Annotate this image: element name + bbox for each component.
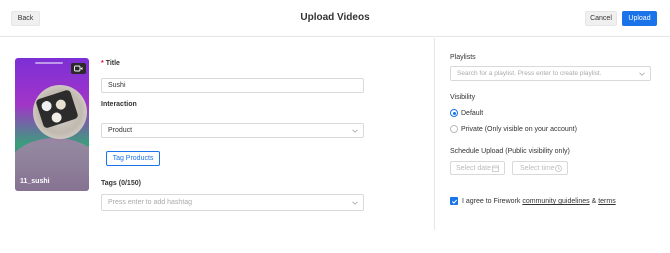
playlists-search-input[interactable]: Search for a playlist. Press enter to cr… xyxy=(450,66,651,81)
select-date-placeholder: Select date xyxy=(456,164,492,172)
visibility-label: Visibility xyxy=(450,94,476,101)
interaction-select[interactable]: Product xyxy=(101,123,364,138)
terms-link[interactable]: terms xyxy=(598,198,616,205)
calendar-icon xyxy=(492,165,499,172)
tags-input[interactable]: Press enter to add hashtag xyxy=(101,194,364,211)
upload-button[interactable]: Upload xyxy=(622,11,657,26)
playlists-placeholder: Search for a playlist. Press enter to cr… xyxy=(457,70,602,77)
required-mark: * xyxy=(101,60,104,67)
agree-text: I agree to Firework community guidelines… xyxy=(462,198,616,205)
visibility-private-radio[interactable] xyxy=(450,125,458,133)
agree-and: & xyxy=(591,198,597,205)
title-input[interactable]: Sushi xyxy=(101,78,364,93)
page-title: Upload Videos xyxy=(300,12,370,23)
chevron-down-icon xyxy=(352,129,358,133)
video-camera-icon xyxy=(71,63,86,74)
title-label: * Title xyxy=(101,60,120,67)
video-thumbnail[interactable] xyxy=(15,58,89,191)
select-date-input[interactable]: Select date xyxy=(450,161,505,175)
interaction-value: Product xyxy=(108,127,133,134)
video-name: 11_sushi xyxy=(20,178,50,185)
schedule-label: Schedule Upload (Public visibility only) xyxy=(450,148,570,155)
title-label-text: Title xyxy=(105,60,120,67)
tag-products-button[interactable]: Tag Products xyxy=(106,151,160,166)
chevron-down-icon xyxy=(352,201,358,205)
select-time-placeholder: Select time xyxy=(520,164,555,172)
visibility-default-label: Default xyxy=(461,110,484,117)
agree-checkbox[interactable] xyxy=(450,197,458,205)
clock-icon xyxy=(555,165,562,172)
interaction-label: Interaction xyxy=(101,101,137,108)
playlists-label: Playlists xyxy=(450,54,476,61)
thumbnail-progress-bar xyxy=(35,62,63,64)
tags-label: Tags (0/150) xyxy=(101,180,141,187)
chevron-down-icon xyxy=(639,72,645,76)
visibility-default-radio[interactable] xyxy=(450,109,458,117)
select-time-input[interactable]: Select time xyxy=(512,161,568,175)
panel-divider xyxy=(434,38,435,230)
agree-prefix: I agree to Firework xyxy=(462,198,521,205)
checkmark-icon xyxy=(451,199,457,204)
community-guidelines-link[interactable]: community guidelines xyxy=(522,198,589,205)
visibility-private-label: Private (Only visible on your account) xyxy=(461,126,577,133)
header-bar: Back Upload Videos Cancel Upload xyxy=(0,0,670,37)
tags-placeholder: Press enter to add hashtag xyxy=(108,199,193,206)
cancel-button[interactable]: Cancel xyxy=(585,11,617,26)
